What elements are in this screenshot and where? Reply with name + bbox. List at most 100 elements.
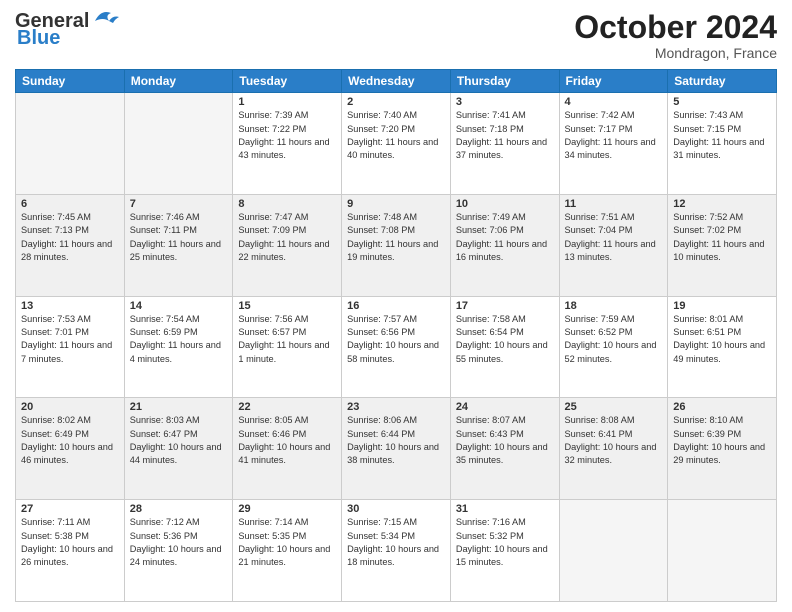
daylight-text: Daylight: 11 hours and 19 minutes.: [347, 238, 445, 265]
weekday-header-saturday: Saturday: [668, 70, 777, 93]
day-info: Sunrise: 8:01 AMSunset: 6:51 PMDaylight:…: [673, 313, 771, 366]
sunset-text: Sunset: 7:13 PM: [21, 224, 119, 237]
daylight-text: Daylight: 11 hours and 4 minutes.: [130, 339, 228, 366]
calendar-cell: 30Sunrise: 7:15 AMSunset: 5:34 PMDayligh…: [342, 500, 451, 602]
sunrise-text: Sunrise: 7:42 AM: [565, 109, 663, 122]
day-number: 17: [456, 300, 554, 312]
day-info: Sunrise: 8:02 AMSunset: 6:49 PMDaylight:…: [21, 414, 119, 467]
day-info: Sunrise: 7:45 AMSunset: 7:13 PMDaylight:…: [21, 211, 119, 264]
day-info: Sunrise: 7:11 AMSunset: 5:38 PMDaylight:…: [21, 516, 119, 569]
day-info: Sunrise: 8:03 AMSunset: 6:47 PMDaylight:…: [130, 414, 228, 467]
sunrise-text: Sunrise: 7:48 AM: [347, 211, 445, 224]
day-number: 26: [673, 401, 771, 413]
day-info: Sunrise: 7:39 AMSunset: 7:22 PMDaylight:…: [238, 109, 336, 162]
day-number: 15: [238, 300, 336, 312]
sunset-text: Sunset: 7:08 PM: [347, 224, 445, 237]
sunset-text: Sunset: 6:59 PM: [130, 326, 228, 339]
sunrise-text: Sunrise: 8:06 AM: [347, 414, 445, 427]
day-number: 4: [565, 96, 663, 108]
sunrise-text: Sunrise: 7:15 AM: [347, 516, 445, 529]
sunset-text: Sunset: 5:34 PM: [347, 530, 445, 543]
calendar-cell: 10Sunrise: 7:49 AMSunset: 7:06 PMDayligh…: [450, 194, 559, 296]
calendar-cell: 23Sunrise: 8:06 AMSunset: 6:44 PMDayligh…: [342, 398, 451, 500]
daylight-text: Daylight: 10 hours and 24 minutes.: [130, 543, 228, 570]
calendar-cell: 6Sunrise: 7:45 AMSunset: 7:13 PMDaylight…: [16, 194, 125, 296]
sunset-text: Sunset: 6:46 PM: [238, 428, 336, 441]
calendar-cell: 15Sunrise: 7:56 AMSunset: 6:57 PMDayligh…: [233, 296, 342, 398]
day-info: Sunrise: 7:47 AMSunset: 7:09 PMDaylight:…: [238, 211, 336, 264]
day-info: Sunrise: 7:42 AMSunset: 7:17 PMDaylight:…: [565, 109, 663, 162]
day-number: 6: [21, 198, 119, 210]
day-number: 30: [347, 503, 445, 515]
day-number: 28: [130, 503, 228, 515]
calendar-cell: 8Sunrise: 7:47 AMSunset: 7:09 PMDaylight…: [233, 194, 342, 296]
week-row-3: 13Sunrise: 7:53 AMSunset: 7:01 PMDayligh…: [16, 296, 777, 398]
calendar-cell: [16, 93, 125, 195]
logo-bird-icon: [91, 7, 119, 29]
sunrise-text: Sunrise: 7:43 AM: [673, 109, 771, 122]
daylight-text: Daylight: 11 hours and 22 minutes.: [238, 238, 336, 265]
sunrise-text: Sunrise: 7:49 AM: [456, 211, 554, 224]
calendar-cell: 21Sunrise: 8:03 AMSunset: 6:47 PMDayligh…: [124, 398, 233, 500]
calendar-cell: 14Sunrise: 7:54 AMSunset: 6:59 PMDayligh…: [124, 296, 233, 398]
sunset-text: Sunset: 7:01 PM: [21, 326, 119, 339]
week-row-4: 20Sunrise: 8:02 AMSunset: 6:49 PMDayligh…: [16, 398, 777, 500]
weekday-header-monday: Monday: [124, 70, 233, 93]
day-info: Sunrise: 7:57 AMSunset: 6:56 PMDaylight:…: [347, 313, 445, 366]
calendar-cell: 13Sunrise: 7:53 AMSunset: 7:01 PMDayligh…: [16, 296, 125, 398]
calendar-cell: [668, 500, 777, 602]
daylight-text: Daylight: 11 hours and 13 minutes.: [565, 238, 663, 265]
calendar-cell: 1Sunrise: 7:39 AMSunset: 7:22 PMDaylight…: [233, 93, 342, 195]
sunset-text: Sunset: 6:56 PM: [347, 326, 445, 339]
day-number: 25: [565, 401, 663, 413]
sunset-text: Sunset: 6:49 PM: [21, 428, 119, 441]
day-number: 12: [673, 198, 771, 210]
day-number: 1: [238, 96, 336, 108]
day-number: 3: [456, 96, 554, 108]
day-info: Sunrise: 7:56 AMSunset: 6:57 PMDaylight:…: [238, 313, 336, 366]
sunset-text: Sunset: 7:06 PM: [456, 224, 554, 237]
day-info: Sunrise: 8:10 AMSunset: 6:39 PMDaylight:…: [673, 414, 771, 467]
day-info: Sunrise: 7:15 AMSunset: 5:34 PMDaylight:…: [347, 516, 445, 569]
week-row-5: 27Sunrise: 7:11 AMSunset: 5:38 PMDayligh…: [16, 500, 777, 602]
calendar: SundayMondayTuesdayWednesdayThursdayFrid…: [15, 69, 777, 602]
calendar-cell: 2Sunrise: 7:40 AMSunset: 7:20 PMDaylight…: [342, 93, 451, 195]
calendar-cell: 18Sunrise: 7:59 AMSunset: 6:52 PMDayligh…: [559, 296, 668, 398]
sunset-text: Sunset: 7:22 PM: [238, 123, 336, 136]
day-info: Sunrise: 7:41 AMSunset: 7:18 PMDaylight:…: [456, 109, 554, 162]
daylight-text: Daylight: 10 hours and 18 minutes.: [347, 543, 445, 570]
sunset-text: Sunset: 5:38 PM: [21, 530, 119, 543]
sunrise-text: Sunrise: 8:01 AM: [673, 313, 771, 326]
day-info: Sunrise: 7:48 AMSunset: 7:08 PMDaylight:…: [347, 211, 445, 264]
calendar-cell: 16Sunrise: 7:57 AMSunset: 6:56 PMDayligh…: [342, 296, 451, 398]
day-number: 19: [673, 300, 771, 312]
calendar-cell: 31Sunrise: 7:16 AMSunset: 5:32 PMDayligh…: [450, 500, 559, 602]
day-info: Sunrise: 8:07 AMSunset: 6:43 PMDaylight:…: [456, 414, 554, 467]
calendar-cell: 25Sunrise: 8:08 AMSunset: 6:41 PMDayligh…: [559, 398, 668, 500]
sunrise-text: Sunrise: 7:59 AM: [565, 313, 663, 326]
daylight-text: Daylight: 10 hours and 35 minutes.: [456, 441, 554, 468]
daylight-text: Daylight: 11 hours and 37 minutes.: [456, 136, 554, 163]
day-number: 16: [347, 300, 445, 312]
day-number: 9: [347, 198, 445, 210]
daylight-text: Daylight: 11 hours and 7 minutes.: [21, 339, 119, 366]
sunrise-text: Sunrise: 7:57 AM: [347, 313, 445, 326]
calendar-cell: 12Sunrise: 7:52 AMSunset: 7:02 PMDayligh…: [668, 194, 777, 296]
day-number: 13: [21, 300, 119, 312]
daylight-text: Daylight: 10 hours and 44 minutes.: [130, 441, 228, 468]
calendar-cell: 27Sunrise: 7:11 AMSunset: 5:38 PMDayligh…: [16, 500, 125, 602]
sunrise-text: Sunrise: 7:52 AM: [673, 211, 771, 224]
sunset-text: Sunset: 6:54 PM: [456, 326, 554, 339]
daylight-text: Daylight: 10 hours and 29 minutes.: [673, 441, 771, 468]
calendar-cell: 7Sunrise: 7:46 AMSunset: 7:11 PMDaylight…: [124, 194, 233, 296]
calendar-cell: 9Sunrise: 7:48 AMSunset: 7:08 PMDaylight…: [342, 194, 451, 296]
header: General Blue October 2024 Mondragon, Fra…: [15, 10, 777, 61]
sunrise-text: Sunrise: 8:10 AM: [673, 414, 771, 427]
day-info: Sunrise: 7:52 AMSunset: 7:02 PMDaylight:…: [673, 211, 771, 264]
sunrise-text: Sunrise: 7:51 AM: [565, 211, 663, 224]
sunrise-text: Sunrise: 7:46 AM: [130, 211, 228, 224]
title-area: October 2024 Mondragon, France: [574, 10, 777, 61]
month-title: October 2024: [574, 10, 777, 45]
day-info: Sunrise: 8:06 AMSunset: 6:44 PMDaylight:…: [347, 414, 445, 467]
weekday-header-friday: Friday: [559, 70, 668, 93]
